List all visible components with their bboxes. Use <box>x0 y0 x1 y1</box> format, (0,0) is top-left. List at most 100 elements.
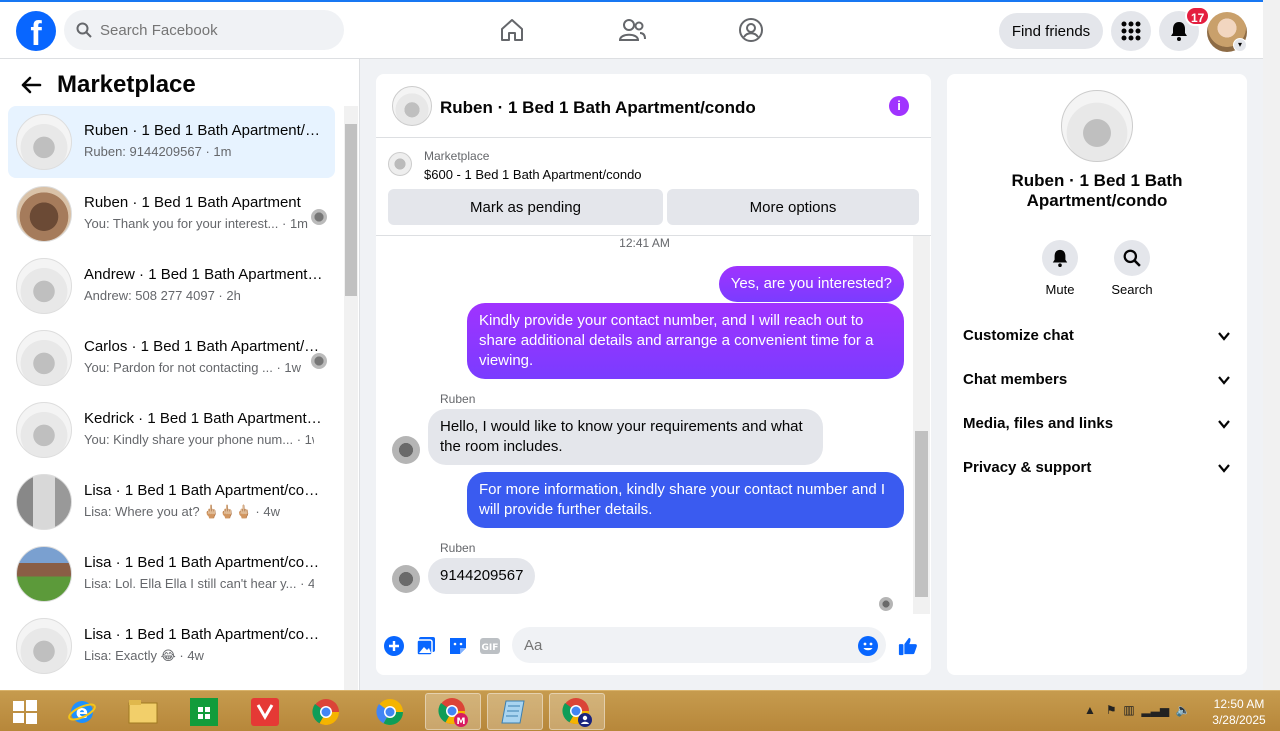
mark-as-pending-button[interactable]: Mark as pending <box>388 189 663 225</box>
svg-text:GIF: GIF <box>482 643 499 653</box>
search-input[interactable] <box>100 21 320 39</box>
conversation-name: Andrew · 1 Bed 1 Bath Apartment/condo <box>84 266 324 283</box>
thread-scrollbar[interactable] <box>913 236 930 614</box>
media-files-links-row[interactable]: Media, files and links <box>963 415 1231 439</box>
sender-avatar[interactable] <box>392 436 420 464</box>
sticker-icon[interactable] <box>448 636 468 656</box>
clock-time: 12:50 AM <box>1213 697 1265 711</box>
listing-price[interactable]: $600 - 1 Bed 1 Bath Apartment/condo <box>424 167 642 182</box>
section-label: Chat members <box>963 371 1068 388</box>
read-receipt-avatar <box>879 597 893 611</box>
plus-icon[interactable] <box>384 636 404 656</box>
chevron-down-icon[interactable]: ▾ <box>1233 38 1247 52</box>
network-signal-icon[interactable]: ▂▃▅ <box>1141 703 1169 717</box>
listing-thumbnail <box>16 330 72 386</box>
find-friends-button[interactable]: Find friends <box>999 13 1103 49</box>
clock-date: 3/28/2025 <box>1212 713 1266 727</box>
conversation-preview: Lisa: Exactly 😂 · 4w <box>84 648 204 663</box>
conversation-item[interactable]: Ruben · 1 Bed 1 Bath Apartment You: Than… <box>8 178 335 250</box>
chrome-icon[interactable] <box>298 693 354 730</box>
bell-icon[interactable] <box>1042 240 1078 276</box>
conversation-item[interactable]: Ruben · 1 Bed 1 Bath Apartment/condo Rub… <box>8 106 335 178</box>
chevron-down-icon <box>1217 373 1231 391</box>
listing-mini-thumbnail <box>388 152 412 176</box>
store-icon[interactable] <box>176 693 232 730</box>
power-icon[interactable]: ▥ <box>1123 703 1134 717</box>
menu-grid-icon[interactable] <box>1111 11 1151 51</box>
scrollbar-thumb[interactable] <box>915 431 928 597</box>
system-tray: ▲ ⚑ ▥ ▂▃▅ 🔈 <box>1084 703 1191 717</box>
listing-thumbnail <box>16 474 72 530</box>
system-clock[interactable]: 12:50 AM 3/28/2025 <box>1204 696 1274 728</box>
sender-avatar[interactable] <box>392 565 420 593</box>
contact-avatar[interactable] <box>1061 90 1133 162</box>
windows-taskbar: e M ▲ ⚑ ▥ ▂▃▅ 🔈 12:50 AM 3/28/2025 <box>0 690 1280 731</box>
show-hidden-icons-icon[interactable]: ▲ <box>1084 703 1096 717</box>
more-options-button[interactable]: More options <box>667 189 919 225</box>
info-icon[interactable]: i <box>889 96 909 116</box>
outgoing-message[interactable]: Kindly provide your contact number, and … <box>467 303 904 379</box>
like-thumb-icon[interactable] <box>898 636 918 656</box>
chromium-icon[interactable] <box>362 693 418 730</box>
mute-label: Mute <box>1045 282 1075 297</box>
listing-thumbnail <box>16 546 72 602</box>
scrollbar-thumb[interactable] <box>345 124 357 296</box>
mute-action[interactable]: Mute <box>1030 240 1090 297</box>
internet-explorer-icon[interactable]: e <box>54 693 110 730</box>
conversation-item[interactable]: Kedrick · 1 Bed 1 Bath Apartment/condo Y… <box>8 394 335 466</box>
emoji-icon[interactable] <box>858 636 878 656</box>
message-composer: GIF <box>376 626 931 666</box>
chat-details-panel: Ruben · 1 Bed 1 Bath Apartment/condo Mut… <box>947 74 1247 675</box>
incoming-message[interactable]: Hello, I would like to know your require… <box>428 409 823 465</box>
chat-members-row[interactable]: Chat members <box>963 371 1231 395</box>
chat-title[interactable]: Ruben · 1 Bed 1 Bath Apartment/condo <box>440 98 756 118</box>
friends-icon[interactable] <box>618 16 646 44</box>
customize-chat-row[interactable]: Customize chat <box>963 327 1231 351</box>
flag-icon[interactable]: ⚑ <box>1106 703 1117 717</box>
sender-name: Ruben <box>440 541 476 555</box>
volume-icon[interactable]: 🔈 <box>1176 703 1191 717</box>
file-explorer-icon[interactable] <box>115 693 171 730</box>
conversation-name: Lisa · 1 Bed 1 Bath Apartment/condo <box>84 626 324 643</box>
conversation-list-scrollbar[interactable] <box>344 106 358 690</box>
search-action[interactable]: Search <box>1102 240 1162 297</box>
back-arrow-icon[interactable] <box>20 75 42 101</box>
listing-banner: Marketplace $600 - 1 Bed 1 Bath Apartmen… <box>376 138 931 236</box>
conversation-preview: You: Thank you for your interest... · 1m <box>84 216 309 231</box>
chrome-profile-m-icon[interactable]: M <box>425 693 481 730</box>
chrome-profile-active-icon[interactable] <box>549 693 605 730</box>
conversation-preview: Lisa: Lol. Ella Ella I still can't hear … <box>84 576 314 591</box>
photo-icon[interactable] <box>416 636 436 656</box>
conversation-name: Ruben · 1 Bed 1 Bath Apartment/condo <box>84 122 324 139</box>
chat-avatar[interactable] <box>392 86 432 126</box>
conversation-name: Kedrick · 1 Bed 1 Bath Apartment/condo <box>84 410 324 427</box>
gif-icon[interactable]: GIF <box>480 636 500 656</box>
profile-circle-icon[interactable] <box>737 16 765 44</box>
chevron-down-icon <box>1217 329 1231 347</box>
outgoing-message[interactable]: Yes, are you interested? <box>718 266 904 302</box>
notepad-icon[interactable] <box>487 693 543 730</box>
search-icon[interactable] <box>1114 240 1150 276</box>
conversation-item[interactable]: Lisa · 1 Bed 1 Bath Apartment/condo Lisa… <box>8 466 335 538</box>
listing-thumbnail <box>16 402 72 458</box>
privacy-support-row[interactable]: Privacy & support <box>963 459 1231 483</box>
conversation-item[interactable]: Lisa · 1 Bed 1 Bath Apartment/condo Lisa… <box>8 610 335 682</box>
conversation-item[interactable]: Lisa · 1 Bed 1 Bath Apartment/condo Lisa… <box>8 538 335 610</box>
conversation-preview: You: Pardon for not contacting ... · 1w <box>84 360 302 375</box>
conversation-item[interactable]: Carlos · 1 Bed 1 Bath Apartment/condo Yo… <box>8 322 335 394</box>
message-input[interactable] <box>512 627 886 663</box>
outgoing-message[interactable]: For more information, kindly share your … <box>467 472 904 528</box>
vyapar-app-icon[interactable] <box>237 693 293 730</box>
conversation-item[interactable]: Andrew · 1 Bed 1 Bath Apartment/condo An… <box>8 250 335 322</box>
conversation-preview: You: Kindly share your phone num... · 1w <box>84 432 314 447</box>
seen-avatar <box>311 209 327 225</box>
search-box[interactable] <box>64 10 344 50</box>
seen-avatar <box>311 353 327 369</box>
page-title: Marketplace <box>57 71 196 98</box>
windows-start-icon[interactable] <box>0 693 50 730</box>
incoming-message[interactable]: 9144209567 <box>428 558 536 594</box>
facebook-logo[interactable]: f <box>16 11 56 51</box>
page-scrollbar[interactable] <box>1263 0 1280 690</box>
home-icon[interactable] <box>498 16 526 44</box>
search-label: Search <box>1111 282 1153 297</box>
